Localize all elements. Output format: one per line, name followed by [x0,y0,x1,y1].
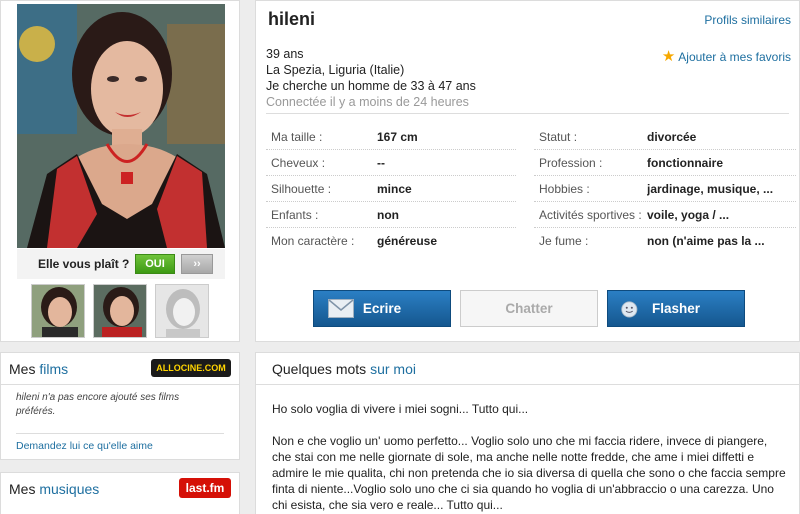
profile-seeking: Je cherche un homme de 33 à 47 ans [266,79,476,93]
films-panel: Mes films ALLOCINE.COM hileni n'a pas en… [0,352,240,460]
films-title-prefix: Mes [9,361,36,377]
attribute-value: fonctionnaire [647,156,724,170]
attributes-left-column: Ma taille : 167 cm Cheveux : -- Silhouet… [266,124,516,254]
about-title-prefix: Quelques mots [272,361,367,377]
photo-thumbnail[interactable] [31,284,85,338]
attribute-key: Statut : [539,130,578,144]
attribute-value: mince [377,182,412,196]
attribute-value: -- [377,156,385,170]
music-title-highlight: musiques [39,481,100,497]
like-next-button[interactable]: ›› [181,254,213,274]
attribute-row: Silhouette : mince [266,176,516,202]
about-paragraph: Ho solo voglia di vivere i miei sogni...… [272,402,529,416]
photo-thumbnail[interactable] [155,284,209,338]
add-favorite-label: Ajouter à mes favoris [678,50,791,64]
attribute-key: Je fume : [539,234,589,248]
smiley-icon [621,301,638,318]
attribute-row: Hobbies : jardinage, musique, ... [534,176,796,202]
chat-label: Chatter [505,301,553,316]
lastfm-logo[interactable]: last.fm [179,478,231,498]
portrait-image [17,4,225,248]
profile-location: La Spezia, Liguria (Italie) [266,63,405,77]
profile-username: hileni [268,9,316,29]
photo-panel: Elle vous plaît ? OUI ›› [0,0,240,342]
attribute-key: Ma taille : [271,130,323,144]
divider [256,384,799,385]
attribute-value: non [377,208,399,222]
profile-info-panel: hileni Profils similaires ★ Ajouter à mes… [255,0,800,342]
write-label: Ecrire [362,301,402,316]
thumbnail-image [94,285,146,337]
films-title: Mes films [9,361,68,377]
flash-label: Flasher [651,301,701,316]
profile-last-online: Connectée il y a moins de 24 heures [266,95,469,109]
music-title: Mes musiques [9,481,99,497]
about-paragraph: Non e che voglio un' uomo perfetto... Vo… [272,434,786,512]
films-title-highlight: films [39,361,69,377]
add-favorite-link[interactable]: ★ Ajouter à mes favoris [662,47,791,65]
attribute-row: Profession : fonctionnaire [534,150,796,176]
allocine-logo[interactable]: ALLOCINE.COM [151,359,231,377]
profile-meta: 39 ans La Spezia, Liguria (Italie) Je ch… [266,46,476,110]
attributes-right-column: Statut : divorcée Profession : fonctionn… [534,124,796,254]
write-message-button[interactable]: Ecrire [313,290,451,327]
divider [16,433,224,434]
attribute-row: Cheveux : -- [266,150,516,176]
about-title-highlight: sur moi [370,361,416,377]
ask-films-link[interactable]: Demandez lui ce qu'elle aime [16,440,153,452]
attribute-key: Activités sportives : [539,208,642,222]
attribute-key: Profession : [539,156,603,170]
attribute-value: non (n'aime pas la ... [647,234,765,248]
flash-button[interactable]: Flasher [607,290,745,327]
attribute-key: Cheveux : [271,156,326,170]
films-empty-text: hileni n'a pas encore ajouté ses films p… [16,392,180,417]
like-prompt-bar: Elle vous plaît ? OUI ›› [17,249,225,279]
about-text: Ho solo voglia di vivere i miei sogni...… [272,401,787,513]
about-panel: Quelques mots sur moi Ho solo voglia di … [255,352,800,514]
like-question: Elle vous plaît ? [38,257,130,271]
music-title-prefix: Mes [9,481,36,497]
attribute-row: Statut : divorcée [534,124,796,150]
attribute-value: 167 cm [377,130,418,144]
envelope-icon [328,299,354,318]
thumbnail-image [32,285,84,337]
attribute-value: divorcée [647,130,697,144]
attribute-key: Silhouette : [271,182,332,196]
divider [1,384,239,385]
about-title: Quelques mots sur moi [272,361,416,377]
attribute-key: Enfants : [271,208,319,222]
attribute-key: Hobbies : [539,182,590,196]
chat-button[interactable]: Chatter [460,290,598,327]
attribute-value: généreuse [377,234,438,248]
similar-profiles-link[interactable]: Profils similaires [704,13,791,27]
photo-thumbnail[interactable] [93,284,147,338]
thumbnail-image [156,285,208,337]
main-profile-photo[interactable] [17,4,225,248]
star-icon: ★ [661,48,676,65]
attribute-key: Mon caractère : [271,234,355,248]
attribute-row: Enfants : non [266,202,516,228]
attribute-row: Activités sportives : voile, yoga / ... [534,202,796,228]
attribute-value: voile, yoga / ... [647,208,730,222]
divider [266,113,789,114]
attribute-value: jardinage, musique, ... [647,182,774,196]
attribute-row: Ma taille : 167 cm [266,124,516,150]
attribute-row: Je fume : non (n'aime pas la ... [534,228,796,254]
like-yes-button[interactable]: OUI [135,254,175,274]
profile-age: 39 ans [266,47,304,61]
music-panel: Mes musiques last.fm [0,472,240,514]
attribute-row: Mon caractère : généreuse [266,228,516,254]
